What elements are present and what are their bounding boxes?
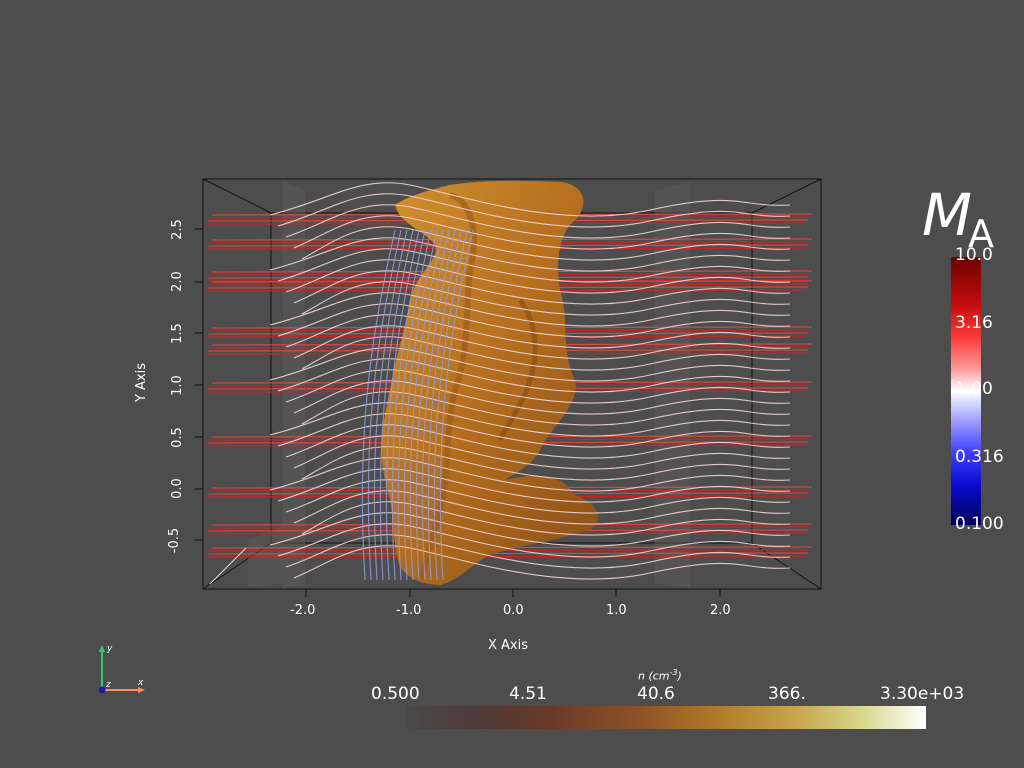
- y-tick-label: 1.0: [169, 375, 185, 396]
- density-colorbar-label: 4.51: [509, 684, 547, 704]
- density-colorbar[interactable]: [406, 706, 926, 729]
- orient-label-y: y: [106, 644, 113, 654]
- density-colorbar-title: n (cm-3): [638, 668, 682, 683]
- density-colorbar-label: 0.500: [371, 684, 420, 704]
- x-tick-label: -2.0: [290, 603, 316, 618]
- density-colorbar-label: 366.: [768, 684, 806, 704]
- y-tick-label: 1.5: [169, 323, 185, 344]
- y-tick-label: 2.0: [169, 271, 185, 292]
- z-ticks: [209, 547, 247, 585]
- density-colorbar-label: 40.6: [637, 684, 675, 704]
- ma-colorbar-label: 0.100: [955, 514, 1004, 534]
- orient-label-x: x: [137, 678, 144, 688]
- y-tick-label: -0.5: [167, 527, 183, 554]
- x-ticks: [305, 589, 721, 597]
- render-viewport[interactable]: -2.0 -1.0 0.0 1.0 2.0 X Axis 2.5 2.0 1.5…: [0, 0, 1024, 768]
- x-tick-label: 1.0: [606, 603, 627, 618]
- orient-label-z: z: [105, 680, 111, 690]
- ma-colorbar-label: 0.316: [955, 447, 1004, 467]
- y-tick-label: 0.5: [169, 427, 185, 448]
- ma-colorbar-label: 1.00: [955, 379, 993, 399]
- x-tick-label: -1.0: [396, 603, 422, 618]
- density-colorbar-label: 3.30e+03: [880, 684, 965, 704]
- x-tick-label: 2.0: [710, 603, 731, 618]
- y-tick-label: 2.5: [169, 219, 185, 240]
- orientation-axes-widget[interactable]: y z x: [90, 640, 160, 700]
- ma-colorbar-label: 10.0: [955, 245, 993, 265]
- y-axis-title: Y Axis: [134, 362, 150, 403]
- x-axis-title: X Axis: [488, 638, 529, 653]
- ma-colorbar-label: 3.16: [955, 313, 993, 333]
- z-axis-dot: [98, 686, 106, 694]
- x-tick-label: 0.0: [503, 603, 524, 618]
- y-tick-label: 0.0: [169, 478, 185, 499]
- y-ticks: [195, 228, 203, 541]
